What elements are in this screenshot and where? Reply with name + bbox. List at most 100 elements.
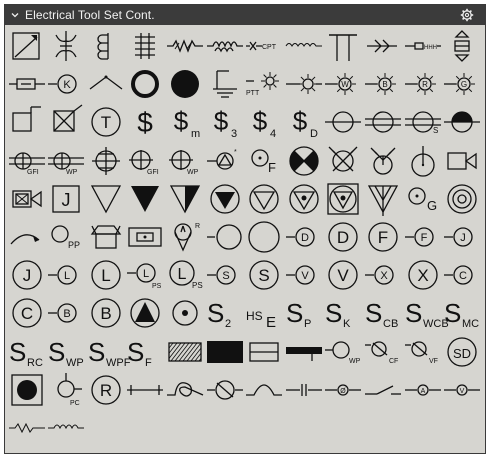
symbol-tool-circle-letter-f[interactable]: F (363, 218, 402, 256)
symbol-tool-circle-letter-x[interactable]: X (403, 256, 442, 294)
symbol-tool-coil-short[interactable] (47, 409, 86, 447)
symbol-tool-circle-letter-line-d[interactable]: D (284, 218, 323, 256)
symbol-tool-s-sub-s-k[interactable]: SK (324, 294, 363, 332)
symbol-tool-transformer-fork[interactable] (47, 27, 86, 65)
symbol-tool-arc-arrow[interactable] (7, 218, 46, 256)
symbol-tool-box-flag[interactable] (7, 103, 46, 141)
symbol-tool-circle-half[interactable] (443, 103, 482, 141)
symbol-tool-circle-letter-line-b[interactable]: B (47, 294, 86, 332)
symbol-tool-circle-triangle-star[interactable]: * (205, 142, 244, 180)
symbol-tool-s-sub-s-mc[interactable]: S MC (443, 294, 482, 332)
symbol-tool-circle-x-open[interactable] (324, 142, 363, 180)
symbol-tool-dollar-sub--4[interactable]: $4 (245, 103, 284, 141)
symbol-tool-slant-switch[interactable] (363, 371, 402, 409)
gear-icon[interactable] (457, 5, 477, 25)
symbol-tool-hse-hs-e[interactable]: HS E (245, 294, 284, 332)
symbol-tool-circle-tri-filled[interactable] (205, 180, 244, 218)
symbol-tool-fuse-line[interactable] (7, 65, 46, 103)
symbol-tool-triangle-filled[interactable] (126, 180, 165, 218)
symbol-tool-box-dot[interactable] (7, 371, 46, 409)
symbol-tool-circle-o-letter-g[interactable]: G (403, 180, 442, 218)
symbol-tool-circle-sub-small-pp[interactable]: PP (47, 218, 86, 256)
symbol-tool-dollar-sub--d[interactable]: $ D (284, 103, 323, 141)
symbol-tool-s-sub-s-wpf[interactable]: S WPF (86, 333, 131, 371)
symbol-tool-circle-letter-c[interactable]: C (7, 294, 46, 332)
symbol-tool-ground[interactable] (205, 65, 244, 103)
symbol-tool-circle-letter-line-l[interactable]: L (47, 256, 86, 294)
symbol-tool-circle-letter-v[interactable]: V (324, 256, 363, 294)
symbol-tool-bar-thick[interactable] (284, 333, 323, 371)
symbol-tool-line-ticks[interactable] (126, 371, 165, 409)
symbol-tool-triangle-open[interactable] (86, 180, 125, 218)
symbol-tool-s-sub-s-2[interactable]: S2 (205, 294, 244, 332)
symbol-tool-star-letter-g[interactable]: G (443, 65, 482, 103)
symbol-tool-box-circle-tri[interactable] (324, 180, 363, 218)
symbol-tool-tri-stem[interactable] (363, 180, 402, 218)
symbol-tool-dollar-sub--m[interactable]: $ m (165, 103, 204, 141)
symbol-tool-s-sub-s-wp[interactable]: S WP (47, 333, 86, 371)
symbol-tool-updown-box[interactable] (443, 27, 482, 65)
symbol-tool-circle-tri-open[interactable] (245, 180, 284, 218)
symbol-tool-ptt-star-ptt[interactable]: PTT (245, 65, 284, 103)
symbol-tool-circle-letter-line-f[interactable]: F (403, 218, 442, 256)
symbol-tool-circle-letter-sub-l-ps[interactable]: L PS (165, 256, 204, 294)
symbol-tool-circle-letter-line-j[interactable]: J (443, 218, 482, 256)
symbol-tool-circle-bars-sub-gfi[interactable]: GFI (7, 142, 46, 180)
symbol-tool-circle-double-bar[interactable] (363, 103, 402, 141)
symbol-tool-antenna-r[interactable]: R (165, 218, 204, 256)
symbol-tool-box-hatched[interactable] (165, 333, 204, 371)
symbol-tool-star-line[interactable] (284, 65, 323, 103)
symbol-tool-box-x-line[interactable] (47, 103, 86, 141)
chevron-down-icon[interactable] (7, 5, 23, 25)
symbol-tool-s-sub-s-f[interactable]: SF (126, 333, 165, 371)
symbol-tool-box-tray[interactable] (86, 218, 125, 256)
symbol-tool-s-sub-s-p[interactable]: SP (284, 294, 323, 332)
symbol-tool-camera-x[interactable] (7, 180, 46, 218)
symbol-tool-double-t[interactable] (324, 27, 363, 65)
symbol-tool-tilted-circle-sub-vf[interactable]: VF (403, 333, 442, 371)
symbol-tool-loop-line[interactable] (165, 371, 204, 409)
symbol-tool-circle-tri-dot[interactable] (284, 180, 323, 218)
symbol-tool-circle-x-quadrant[interactable] (284, 142, 323, 180)
symbol-tool-circle-plain[interactable] (245, 218, 284, 256)
symbol-tool-triangle-half[interactable] (165, 180, 204, 218)
symbol-tool-circle-letter-line-v[interactable]: V (284, 256, 323, 294)
symbol-tool-zigzag-line[interactable] (165, 27, 204, 65)
symbol-tool-circle-letter-r[interactable]: R (86, 371, 125, 409)
symbol-tool-arrows[interactable] (363, 27, 402, 65)
symbol-tool-circle-letter-line-sub-l-ps[interactable]: L PS (126, 256, 165, 294)
symbol-tool-circle-letter-sd[interactable]: SD (443, 333, 482, 371)
symbol-tool-circle-tri-up-filled[interactable] (126, 294, 165, 332)
symbol-tool-box-letter-j[interactable]: J (47, 180, 86, 218)
symbol-tool-circle-dot-small[interactable] (165, 294, 204, 332)
symbol-tool-circle-letter-line-k[interactable]: K (47, 65, 86, 103)
symbol-tool-coil-double[interactable] (126, 27, 165, 65)
symbol-tool-circle-stem-sub-pc[interactable]: PC (47, 371, 86, 409)
symbol-tool-box-oval[interactable] (126, 218, 165, 256)
symbol-tool-small-circle-line-[interactable]: Ø (324, 371, 363, 409)
symbol-tool-s-sub-s-cb[interactable]: S CB (363, 294, 402, 332)
symbol-tool-box-diagonal[interactable] (7, 27, 46, 65)
symbol-tool-arch-line[interactable] (245, 371, 284, 409)
symbol-tool-small-circle-line-v[interactable]: V (443, 371, 482, 409)
symbol-tool-circle-bar[interactable] (324, 103, 363, 141)
symbol-tool-break-line[interactable] (284, 371, 323, 409)
symbol-tool-circle-cross-sub-gfi[interactable]: GFI (126, 142, 165, 180)
symbol-tool-circle-letter-t[interactable]: T (86, 103, 125, 141)
symbol-tool-wave-line[interactable] (284, 27, 323, 65)
symbol-tool-circle-double-bar-sub-s[interactable]: S (403, 103, 442, 141)
symbol-tool-circle-letter-j[interactable]: J (7, 256, 46, 294)
symbol-tool-circle-letter-line-c[interactable]: C (443, 256, 482, 294)
symbol-tool-tilted-circle-line[interactable] (205, 371, 244, 409)
symbol-tool-ring-bold[interactable] (126, 65, 165, 103)
symbol-tool-star-letter-w[interactable]: W (324, 65, 363, 103)
symbol-tool-coil-line[interactable] (205, 27, 244, 65)
symbol-tool-camera[interactable] (443, 142, 482, 180)
symbol-tool-box-split-line[interactable] (245, 333, 284, 371)
symbol-tool-switch-arc[interactable] (86, 65, 125, 103)
symbol-tool-circle-dot-letter-f[interactable]: F (245, 142, 284, 180)
symbol-tool-star-letter-b[interactable]: B (363, 65, 402, 103)
symbol-tool-circle-cross-sub-wp[interactable]: WP (165, 142, 204, 180)
symbol-tool-circle-bars-sub-wp[interactable]: WP (47, 142, 86, 180)
symbol-tool-zigzag-short[interactable] (7, 409, 46, 447)
